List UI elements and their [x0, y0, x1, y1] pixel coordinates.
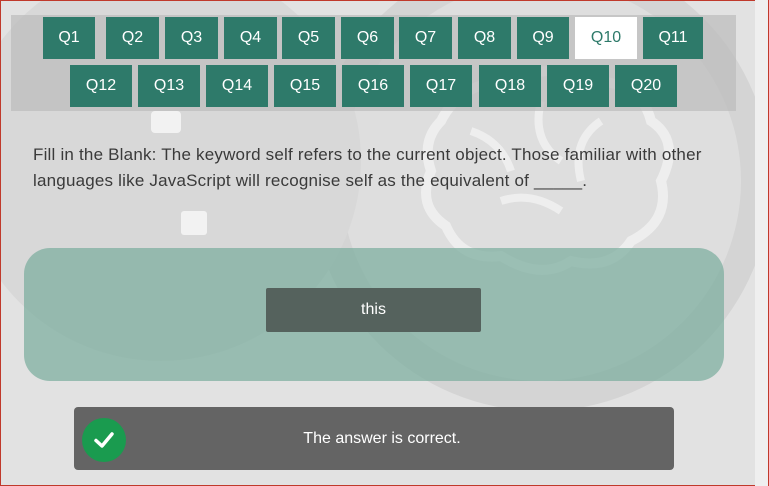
scrollbar-track[interactable]: [755, 0, 769, 486]
question-tab-q1[interactable]: Q1: [43, 17, 95, 59]
question-tab-q15[interactable]: Q15: [274, 65, 336, 107]
question-tab-q20[interactable]: Q20: [615, 65, 677, 107]
question-tab-q17[interactable]: Q17: [410, 65, 472, 107]
question-tab-q2[interactable]: Q2: [106, 17, 159, 59]
quiz-window: Q1 Q2 Q3 Q4 Q5 Q6 Q7 Q8 Q9 Q10 Q11 Q12 Q…: [0, 0, 769, 486]
feedback-message: The answer is correct.: [303, 429, 461, 447]
question-tab-q10[interactable]: Q10: [575, 17, 637, 59]
question-tab-q6[interactable]: Q6: [341, 17, 394, 59]
question-tab-q13[interactable]: Q13: [138, 65, 200, 107]
answer-area: this: [24, 248, 724, 381]
question-tab-q12[interactable]: Q12: [70, 65, 132, 107]
question-tab-q8[interactable]: Q8: [458, 17, 511, 59]
question-tab-q3[interactable]: Q3: [165, 17, 218, 59]
question-tab-q5[interactable]: Q5: [282, 17, 335, 59]
question-tab-q11[interactable]: Q11: [643, 17, 703, 59]
question-tab-q14[interactable]: Q14: [206, 65, 268, 107]
question-tab-q16[interactable]: Q16: [342, 65, 404, 107]
question-tab-q18[interactable]: Q18: [479, 65, 541, 107]
question-tab-q7[interactable]: Q7: [399, 17, 452, 59]
feedback-banner: The answer is correct.: [74, 407, 674, 470]
check-icon: [82, 418, 126, 462]
question-tab-q4[interactable]: Q4: [224, 17, 277, 59]
answer-option-button[interactable]: this: [266, 288, 481, 332]
question-tab-q19[interactable]: Q19: [547, 65, 609, 107]
question-tab-q9[interactable]: Q9: [517, 17, 569, 59]
question-text: Fill in the Blank: The keyword self refe…: [33, 145, 702, 190]
